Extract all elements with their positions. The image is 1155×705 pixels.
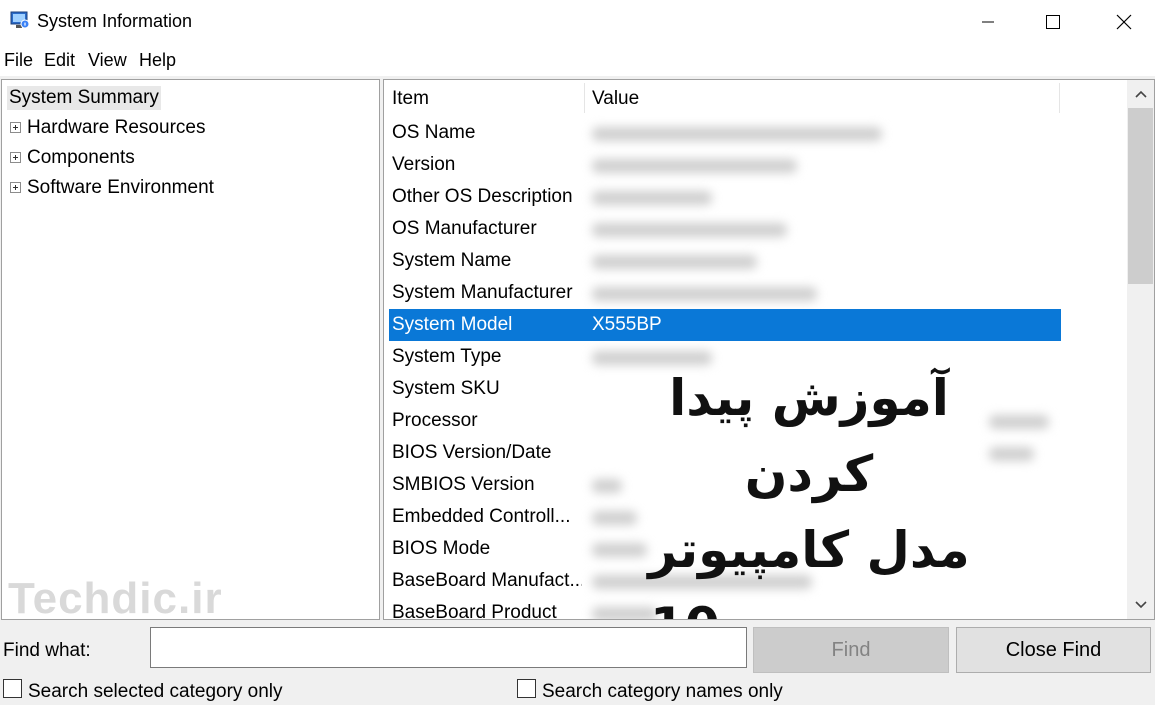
row-item: System Manufacturer — [392, 282, 573, 303]
redacted-value — [592, 191, 712, 205]
row-value: X555BP — [592, 314, 662, 335]
window-title: System Information — [37, 11, 193, 31]
menu-bar: File Edit View Help — [0, 44, 1155, 76]
search-selected-category-checkbox[interactable] — [3, 679, 22, 698]
row-item: BIOS Version/Date — [392, 442, 552, 463]
maximize-icon — [1046, 15, 1060, 29]
minimize-button[interactable] — [960, 0, 1016, 44]
search-category-names-label: Search category names only — [542, 681, 783, 702]
table-row[interactable]: OS Name — [389, 117, 1061, 149]
tree-item-components[interactable]: Components — [27, 147, 135, 169]
search-category-names-checkbox[interactable] — [517, 679, 536, 698]
system-information-icon — [10, 11, 30, 29]
table-row-selected[interactable]: System Model X555BP — [389, 309, 1061, 341]
table-row[interactable]: System Name — [389, 245, 1061, 277]
expand-components-icon[interactable] — [10, 152, 21, 163]
table-row[interactable]: System Manufacturer — [389, 277, 1061, 309]
column-header-value[interactable]: Value — [592, 88, 639, 110]
row-item: Embedded Controll... — [392, 506, 571, 527]
expand-software-icon[interactable] — [10, 182, 21, 193]
close-icon — [1116, 14, 1132, 30]
chevron-down-icon — [1134, 601, 1147, 609]
redacted-value — [592, 223, 787, 237]
row-item: OS Name — [392, 122, 476, 143]
menu-help[interactable]: Help — [139, 50, 176, 71]
row-item: SMBIOS Version — [392, 474, 535, 495]
row-item: System Type — [392, 346, 502, 367]
column-header-item[interactable]: Item — [392, 88, 429, 110]
tree-item-hardware-resources[interactable]: Hardware Resources — [27, 117, 205, 139]
table-row[interactable]: Other OS Description — [389, 181, 1061, 213]
details-table: Item Value OS Name Version Other OS Desc… — [383, 79, 1155, 620]
column-divider — [1059, 83, 1060, 113]
row-item: BIOS Mode — [392, 538, 491, 559]
menu-file[interactable]: File — [4, 50, 33, 71]
redacted-value — [592, 159, 797, 173]
row-item: Version — [392, 154, 456, 175]
minimize-icon — [982, 21, 994, 23]
redacted-value — [592, 127, 882, 141]
tree-item-system-summary[interactable]: System Summary — [7, 86, 161, 110]
expand-hardware-icon[interactable] — [10, 122, 21, 133]
redacted-value — [592, 287, 817, 301]
menu-edit[interactable]: Edit — [44, 50, 75, 71]
vertical-scrollbar[interactable] — [1127, 80, 1154, 619]
row-item: System SKU — [392, 378, 500, 399]
row-item: Other OS Description — [392, 186, 573, 207]
scroll-thumb[interactable] — [1128, 108, 1153, 284]
overlay-line: در ویندوز 10 — [599, 588, 1019, 619]
close-find-button[interactable]: Close Find — [956, 627, 1151, 673]
tutorial-overlay-text: آموزش پیدا کردن مدل کامپیوتر در ویندوز 1… — [599, 360, 1019, 619]
column-divider[interactable] — [584, 83, 585, 113]
table-row[interactable]: Version — [389, 149, 1061, 181]
search-selected-category-label: Search selected category only — [28, 681, 283, 702]
row-item: OS Manufacturer — [392, 218, 537, 239]
overlay-line: آموزش پیدا کردن — [669, 369, 949, 503]
close-button[interactable] — [1096, 0, 1152, 44]
find-what-input[interactable] — [150, 627, 747, 668]
row-item: BaseBoard Product — [392, 602, 557, 620]
redacted-value — [592, 255, 757, 269]
overlay-line: مدل کامپیوتر — [648, 521, 970, 579]
site-watermark: Techdic.ir — [8, 574, 223, 620]
row-item: System Model — [392, 314, 513, 335]
table-row[interactable]: OS Manufacturer — [389, 213, 1061, 245]
row-item: System Name — [392, 250, 512, 271]
title-bar: System Information — [0, 0, 1155, 44]
category-tree[interactable]: System Summary Hardware Resources Compon… — [1, 79, 380, 620]
tree-item-software-environment[interactable]: Software Environment — [27, 177, 214, 199]
find-button[interactable]: Find — [753, 627, 949, 673]
row-item: Processor — [392, 410, 478, 431]
maximize-button[interactable] — [1025, 0, 1081, 44]
chevron-up-icon — [1134, 90, 1147, 98]
scroll-up-button[interactable] — [1127, 82, 1154, 106]
scroll-down-button[interactable] — [1127, 593, 1154, 617]
row-item: BaseBoard Manufact... — [392, 570, 582, 591]
find-what-label: Find what: — [3, 640, 91, 661]
menu-view[interactable]: View — [88, 50, 127, 71]
